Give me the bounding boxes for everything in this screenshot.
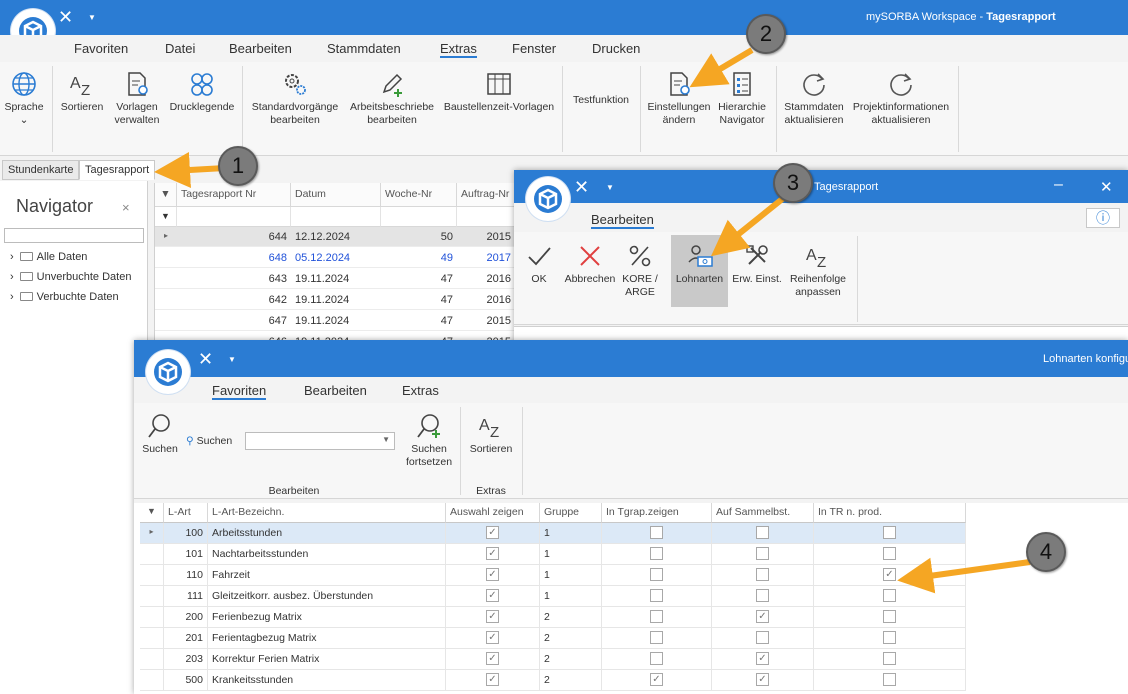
annotation-badge-3: 3 bbox=[773, 163, 813, 203]
annotation-badge-2: 2 bbox=[746, 14, 786, 54]
annotation-arrows bbox=[154, 47, 1031, 594]
annotation-badge-4: 4 bbox=[1026, 532, 1066, 572]
arrow-1 bbox=[154, 152, 226, 188]
arrow-2 bbox=[689, 47, 754, 88]
arrow-4 bbox=[897, 557, 1031, 594]
arrow-3 bbox=[710, 193, 788, 257]
annotation-badge-1: 1 bbox=[218, 146, 258, 186]
